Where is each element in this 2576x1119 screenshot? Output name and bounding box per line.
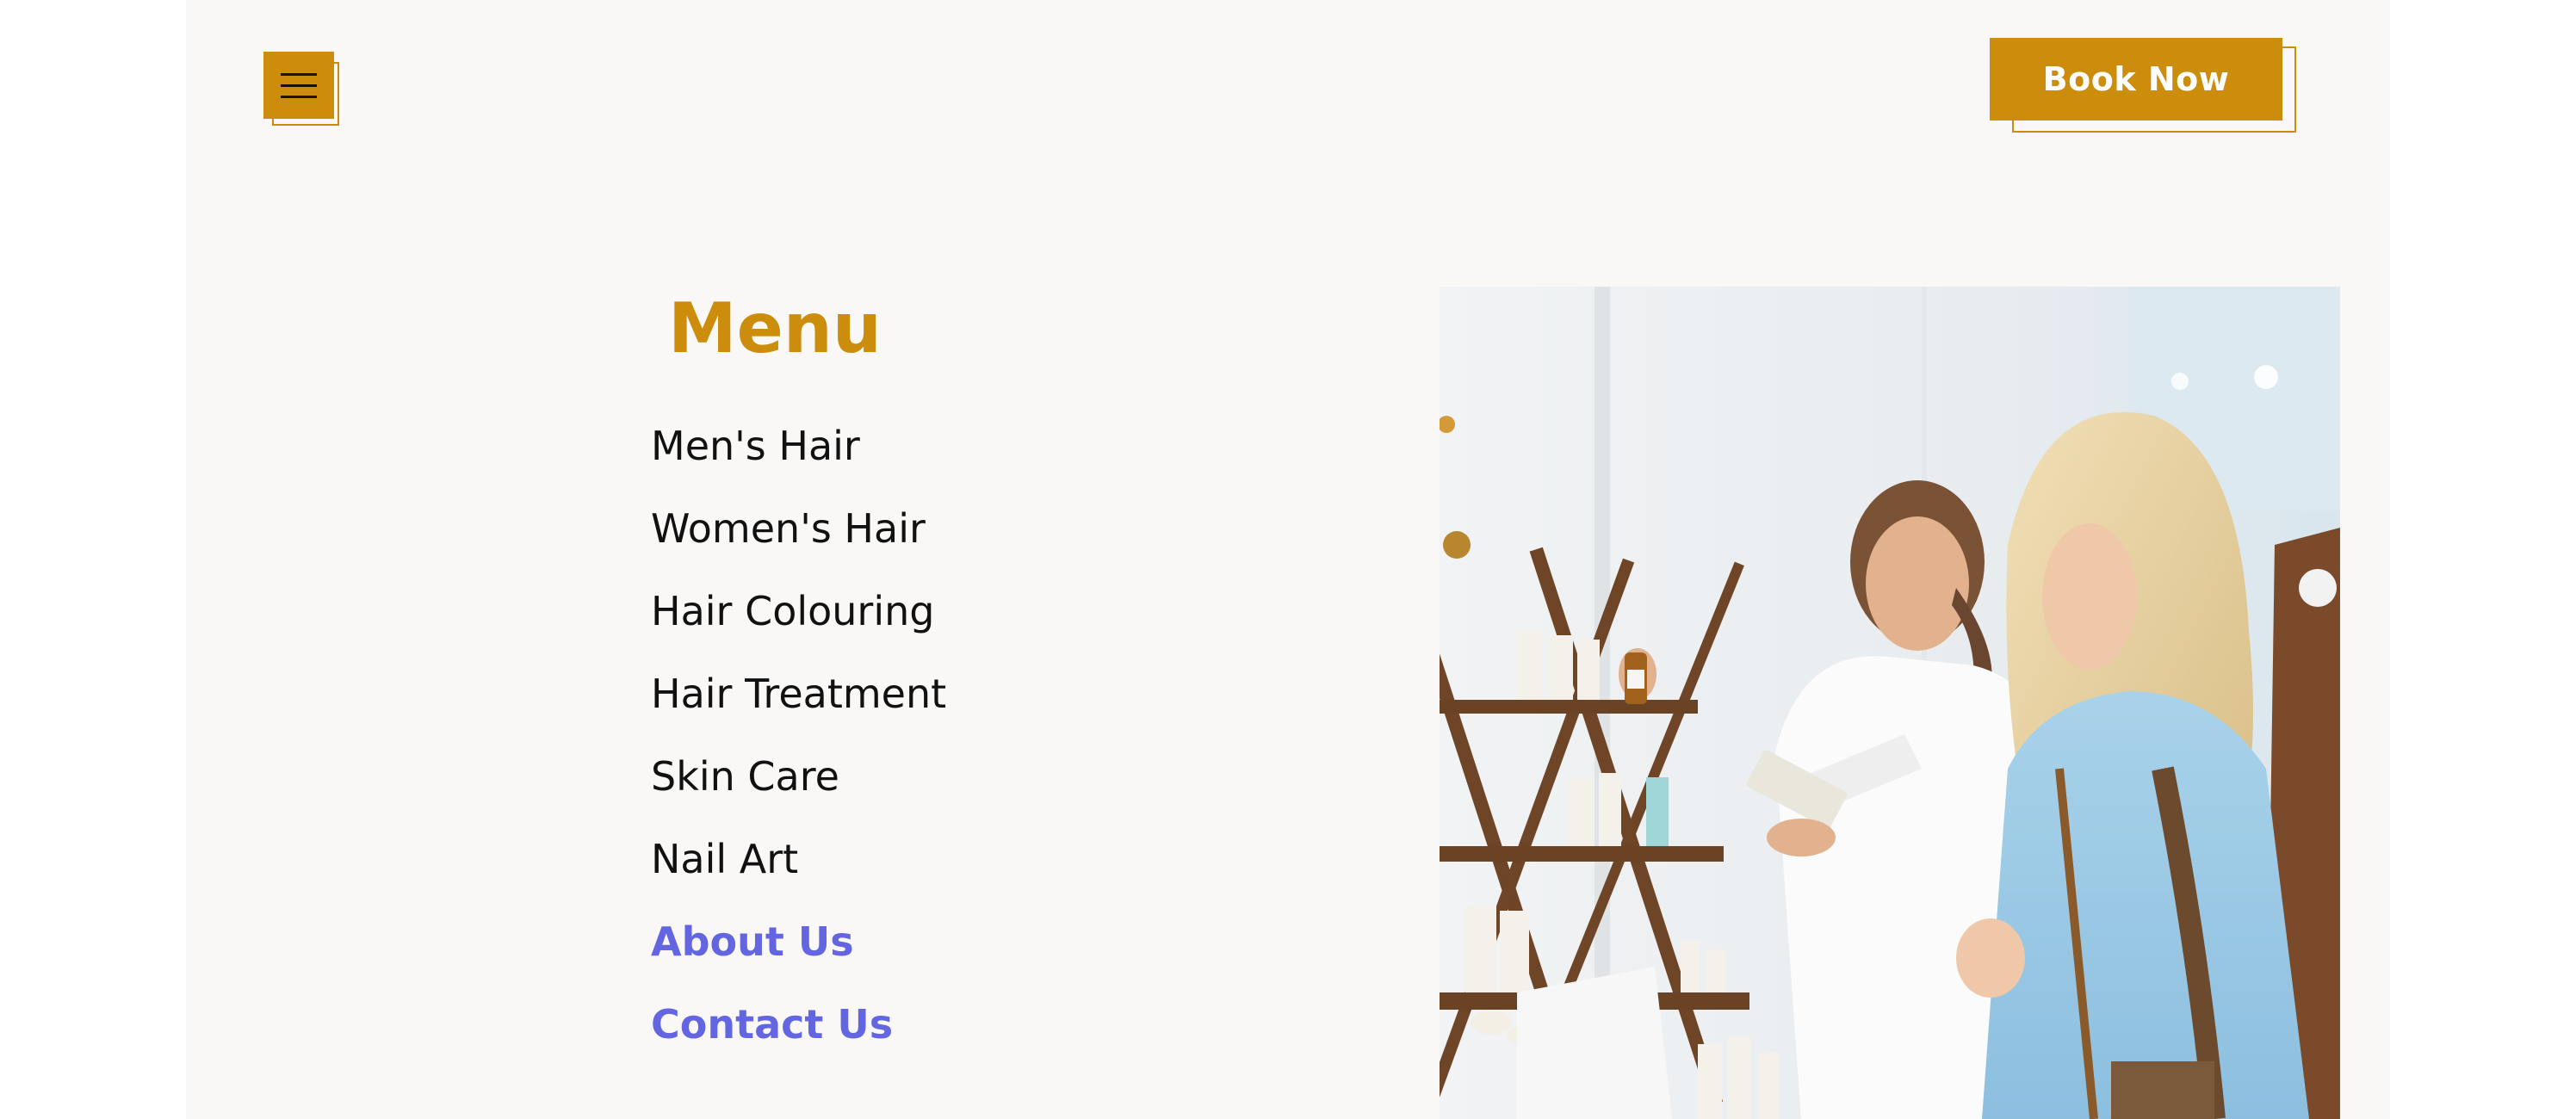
menu-item-hair-colouring[interactable]: Hair Colouring: [651, 570, 946, 652]
hamburger-menu-icon-bar: [281, 72, 317, 76]
book-now-button[interactable]: Book Now: [1990, 38, 2282, 121]
menu-item-about-us[interactable]: About Us: [651, 900, 946, 983]
menu-list: Men's Hair Women's Hair Hair Colouring H…: [651, 405, 946, 1066]
book-now-wrapper: Book Now: [1990, 38, 2296, 134]
page-container: Book Now Menu Men's Hair Women's Hair Ha…: [186, 0, 2390, 1119]
hamburger-menu-icon-bar: [281, 95, 317, 98]
salon-photo: [1440, 287, 2340, 1119]
menu-item-hair-treatment[interactable]: Hair Treatment: [651, 652, 946, 735]
menu-item-womens-hair[interactable]: Women's Hair: [651, 487, 946, 570]
menu-item-skin-care[interactable]: Skin Care: [651, 735, 946, 818]
menu-title: Menu: [668, 288, 882, 368]
menu-item-nail-art[interactable]: Nail Art: [651, 818, 946, 900]
hamburger-menu-button[interactable]: [263, 52, 334, 119]
hamburger-menu-icon-bar: [281, 83, 317, 87]
menu-toggle: [263, 52, 343, 127]
menu-item-mens-hair[interactable]: Men's Hair: [651, 405, 946, 487]
menu-item-contact-us[interactable]: Contact Us: [651, 983, 946, 1066]
